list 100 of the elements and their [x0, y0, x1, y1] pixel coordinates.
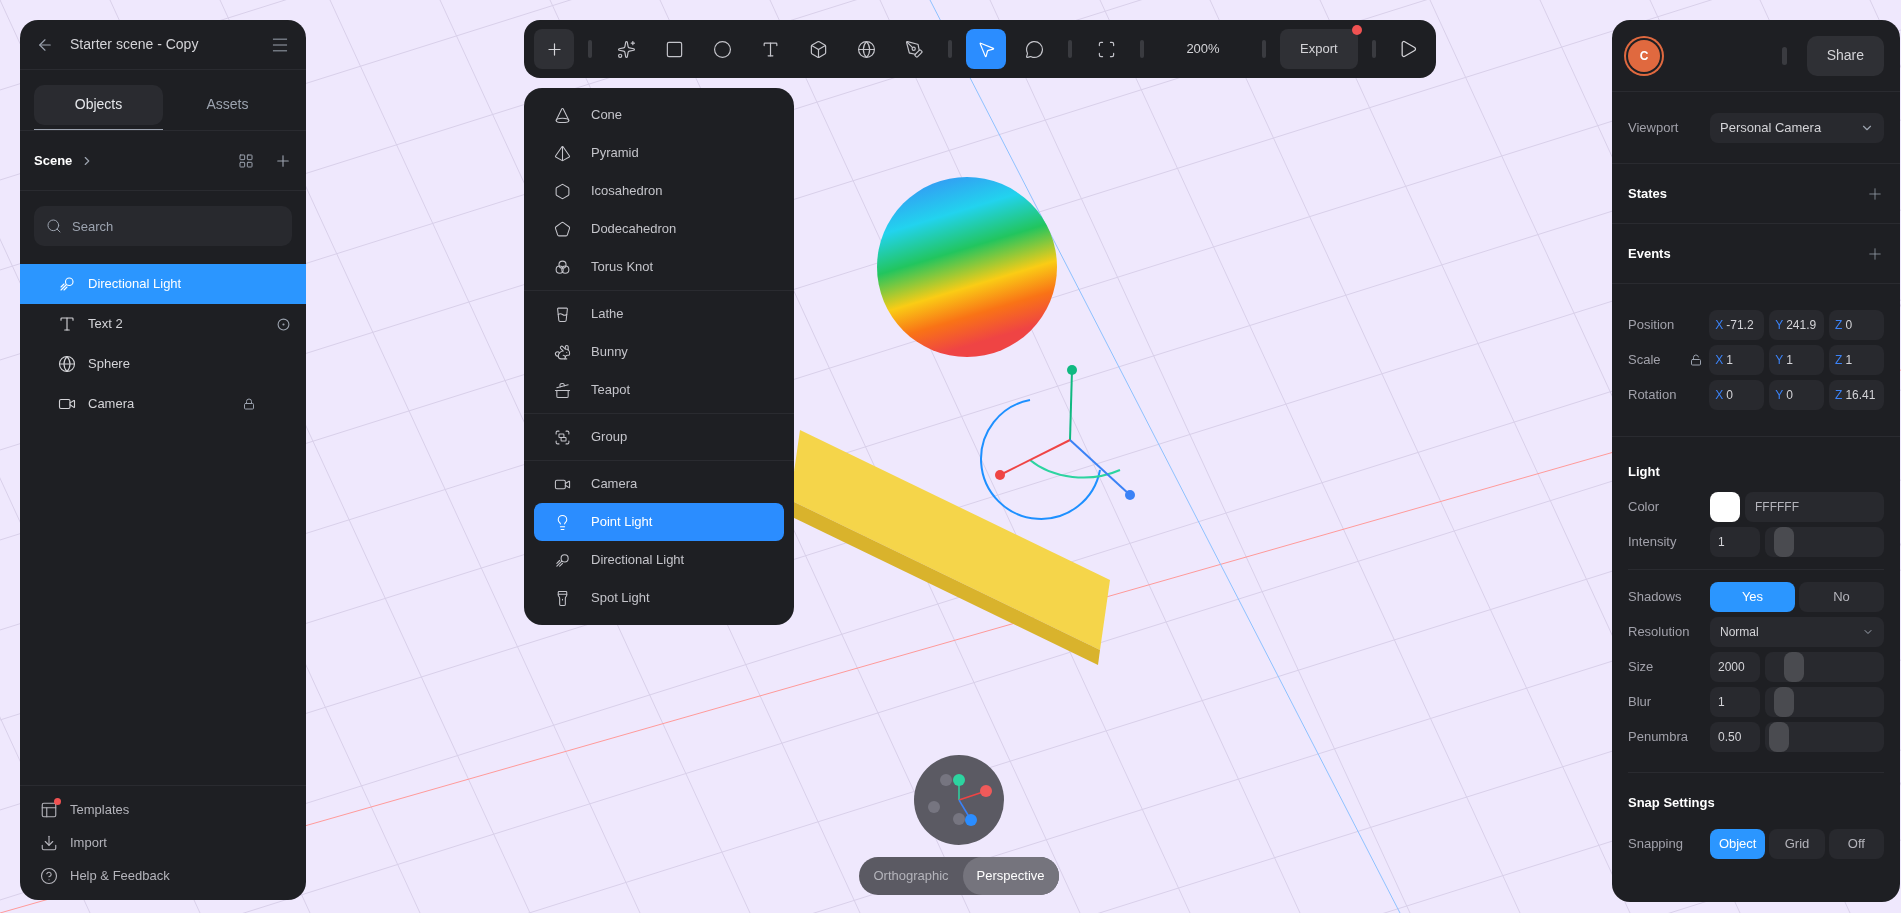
circle-icon: [712, 39, 732, 59]
property-label: Resolution: [1628, 623, 1691, 642]
property-label: Viewport: [1628, 118, 1680, 137]
tree-item[interactable]: Sphere: [20, 344, 306, 384]
pen-icon: [904, 39, 924, 59]
footer-link[interactable]: Templates: [40, 800, 286, 820]
three-rings-icon: [554, 258, 571, 276]
search-field[interactable]: Search: [34, 206, 292, 246]
slider[interactable]: [1765, 527, 1884, 557]
square-icon: [664, 39, 684, 59]
sphere-icon: [58, 355, 76, 373]
property-label: Position: [1628, 316, 1676, 335]
sparkles-icon: [616, 39, 636, 59]
section-title: Events: [1628, 244, 1671, 263]
property-label: Blur: [1628, 693, 1653, 712]
menu-item[interactable]: Directional Light: [534, 541, 784, 579]
sphere-icon: [856, 39, 876, 59]
transform-gizmo[interactable]: [980, 365, 1135, 520]
number-field[interactable]: X 0: [1709, 380, 1765, 410]
slider-thumb[interactable]: [1769, 722, 1790, 752]
footer-link[interactable]: Import: [40, 833, 286, 853]
slider-thumb[interactable]: [1774, 687, 1795, 717]
tool-button[interactable]: [966, 29, 1006, 69]
bunny-icon: [554, 343, 571, 361]
property-label: Snapping: [1628, 834, 1684, 853]
header-separator: [1781, 46, 1787, 65]
segment-option[interactable]: Grid: [1769, 828, 1825, 859]
slider[interactable]: [1765, 687, 1884, 717]
number-field[interactable]: Y 1: [1769, 345, 1825, 375]
search-icon: [46, 218, 62, 234]
property-label: Intensity: [1628, 533, 1678, 552]
sphere-object[interactable]: [877, 177, 1057, 357]
number-field[interactable]: X -71.2: [1709, 310, 1765, 340]
section-title: Snap Settings: [1628, 794, 1716, 812]
number-field[interactable]: Z 16.41: [1829, 380, 1884, 410]
property-label: Rotation: [1628, 386, 1678, 405]
menu-item[interactable]: Dodecahedron: [534, 210, 784, 248]
segment-option[interactable]: Off: [1828, 828, 1884, 859]
download-icon: [40, 834, 58, 852]
menu-item[interactable]: Icosahedron: [534, 172, 784, 210]
number-field[interactable]: Y 0: [1769, 380, 1825, 410]
number-field[interactable]: 1: [1710, 527, 1760, 557]
grid-icon[interactable]: [238, 152, 254, 169]
frame-icon: [1096, 39, 1116, 59]
number-field[interactable]: Y 241.9: [1769, 310, 1825, 340]
cone-icon: [554, 106, 571, 124]
panel-tab[interactable]: Assets: [163, 80, 292, 130]
lock-icon[interactable]: [243, 398, 255, 410]
viewport-select[interactable]: Personal Camera: [1710, 112, 1884, 143]
property-label: Size: [1628, 658, 1655, 677]
menu-item[interactable]: Cone: [534, 96, 784, 134]
slider-thumb[interactable]: [1783, 652, 1804, 682]
section-title: Light: [1628, 463, 1660, 482]
menu-item[interactable]: Teapot: [534, 371, 784, 409]
scene-label[interactable]: Scene: [34, 150, 73, 171]
number-field[interactable]: 0.50: [1710, 722, 1760, 752]
menu-item[interactable]: Bunny: [534, 333, 784, 371]
slider[interactable]: [1765, 722, 1884, 752]
slider[interactable]: [1765, 652, 1884, 682]
tree-item[interactable]: Text 2: [20, 304, 306, 344]
property-label: Color: [1628, 498, 1661, 517]
number-field[interactable]: 2000: [1710, 652, 1760, 682]
layout-icon: [40, 801, 58, 819]
menu-item[interactable]: Group: [534, 418, 784, 456]
cup-icon: [554, 305, 571, 323]
target-icon[interactable]: [277, 317, 290, 331]
unlock-icon[interactable]: [1689, 354, 1702, 366]
scene-title: Starter scene - Copy: [70, 35, 200, 54]
comment-icon: [1024, 39, 1044, 59]
cube-icon: [808, 39, 828, 59]
pyramid-icon: [554, 144, 571, 162]
property-label: Shadows: [1628, 588, 1683, 607]
menu-item[interactable]: Camera: [534, 465, 784, 503]
number-field[interactable]: 1: [1710, 687, 1760, 717]
number-field[interactable]: Z 0: [1829, 310, 1884, 340]
group-icon: [554, 428, 571, 446]
zoom-level[interactable]: 200%: [1158, 39, 1248, 59]
color-swatch[interactable]: [1710, 492, 1740, 522]
menu-item[interactable]: Torus Knot: [534, 248, 784, 286]
footer-link[interactable]: Help & Feedback: [40, 866, 286, 886]
menu-item[interactable]: Pyramid: [534, 134, 784, 172]
number-field[interactable]: X 1: [1709, 345, 1765, 375]
menu-item[interactable]: Spot Light: [534, 579, 784, 617]
menu-item[interactable]: Lathe: [534, 295, 784, 333]
text-icon: [58, 315, 76, 333]
comet-icon: [554, 551, 571, 569]
view-mode-toggle[interactable]: Perspective: [962, 857, 1059, 895]
section-title: States: [1628, 184, 1668, 203]
hex-field[interactable]: FFFFFF: [1745, 492, 1884, 522]
tree-item[interactable]: Camera: [20, 384, 306, 424]
property-label: Scale: [1628, 351, 1662, 370]
toolbar-separator: [1371, 40, 1376, 58]
pentagon-icon: [554, 220, 571, 238]
axis-gizmo[interactable]: [914, 755, 1004, 845]
segment-option[interactable]: No: [1799, 582, 1884, 612]
help-icon: [40, 867, 58, 885]
resolution-select[interactable]: Normal: [1710, 617, 1884, 647]
number-field[interactable]: Z 1: [1829, 345, 1884, 375]
share-button[interactable]: Share: [1806, 35, 1884, 76]
slider-thumb[interactable]: [1774, 527, 1795, 557]
